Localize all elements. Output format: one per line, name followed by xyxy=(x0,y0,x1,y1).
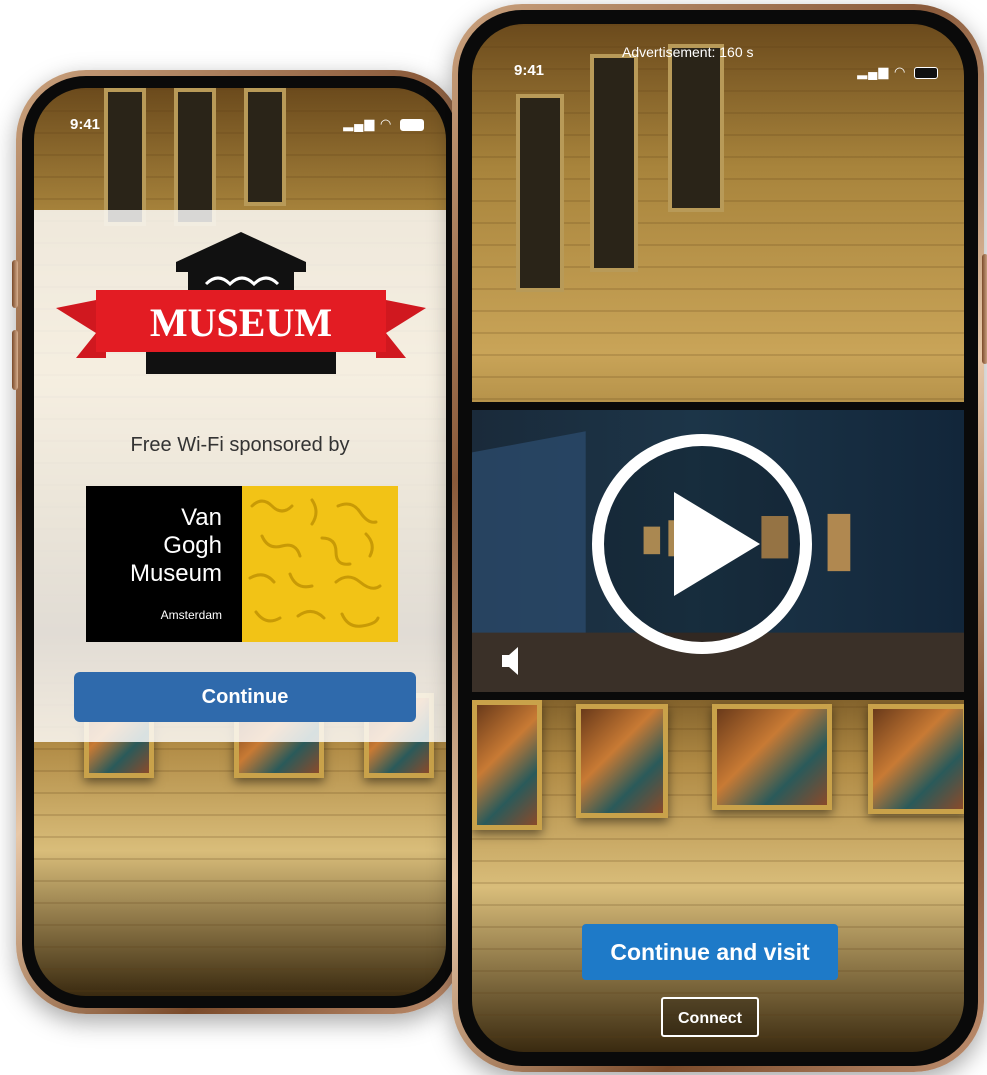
status-time: 9:41 xyxy=(514,62,545,79)
status-icons: ▂▄▆ ◠ xyxy=(857,64,938,80)
sponsor-logo: Van Gogh Museum Amsterdam xyxy=(86,486,398,642)
museum-logo: MUSEUM xyxy=(56,232,426,374)
continue-button[interactable]: Continue xyxy=(74,672,416,722)
play-icon[interactable] xyxy=(588,430,816,658)
background-window xyxy=(668,44,724,212)
background-painting xyxy=(712,704,832,810)
right-screen: 9:41 Advertisement: 160 s ▂▄▆ ◠ Continue… xyxy=(472,24,964,1052)
sponsor-logo-city: Amsterdam xyxy=(160,608,222,622)
sponsor-logo-line1: Van xyxy=(181,504,222,531)
background-window xyxy=(174,88,216,226)
sponsor-text: Free Wi-Fi sponsored by xyxy=(130,434,350,456)
sponsor-logo-pattern xyxy=(242,486,398,642)
wifi-icon: ◠ xyxy=(894,64,907,79)
background-window xyxy=(104,88,146,226)
side-button xyxy=(12,330,18,390)
sponsor-logo-name: Van Gogh Museum xyxy=(130,504,222,588)
wifi-landing-card: MUSEUM Free Wi-Fi sponsored by Van Gogh … xyxy=(34,210,446,742)
continue-and-visit-button[interactable]: Continue and visit xyxy=(582,924,838,980)
sponsor-logo-line2: Gogh xyxy=(163,532,222,559)
battery-icon xyxy=(400,118,424,131)
battery-icon xyxy=(914,66,938,79)
connect-button[interactable]: Connect xyxy=(661,997,759,1037)
phone-bezel: 9:41 Advertisement: 160 s ▂▄▆ ◠ Continue… xyxy=(458,10,978,1066)
side-button xyxy=(12,260,18,308)
phone-bezel: 9:41 ▂▄▆ ◠ MUSEUM Free Wi-Fi sponsored b… xyxy=(22,76,458,1008)
video-player[interactable] xyxy=(472,402,964,700)
side-button xyxy=(982,254,987,364)
background-window xyxy=(516,94,564,292)
background-painting xyxy=(868,704,964,814)
left-screen: 9:41 ▂▄▆ ◠ MUSEUM Free Wi-Fi sponsored b… xyxy=(34,88,446,996)
wifi-icon: ◠ xyxy=(380,116,393,131)
left-phone: 9:41 ▂▄▆ ◠ MUSEUM Free Wi-Fi sponsored b… xyxy=(12,70,464,1014)
background-painting xyxy=(576,704,668,818)
background-window xyxy=(244,88,286,206)
sponsor-logo-line3: Museum xyxy=(129,560,222,587)
signal-icon: ▂▄▆ xyxy=(343,116,376,131)
background-window xyxy=(590,54,638,272)
sponsor-logo-black-panel: Van Gogh Museum Amsterdam xyxy=(86,486,242,642)
volume-icon[interactable] xyxy=(502,646,524,676)
right-phone: 9:41 Advertisement: 160 s ▂▄▆ ◠ Continue… xyxy=(452,4,987,1072)
signal-icon: ▂▄▆ xyxy=(857,64,890,79)
museum-logo-text: MUSEUM xyxy=(150,300,332,345)
ad-countdown-banner: Advertisement: 160 s xyxy=(622,44,754,60)
status-icons: ▂▄▆ ◠ xyxy=(343,116,424,132)
squiggle-pattern xyxy=(248,498,382,628)
background-painting xyxy=(472,700,542,830)
status-time: 9:41 xyxy=(70,116,101,133)
